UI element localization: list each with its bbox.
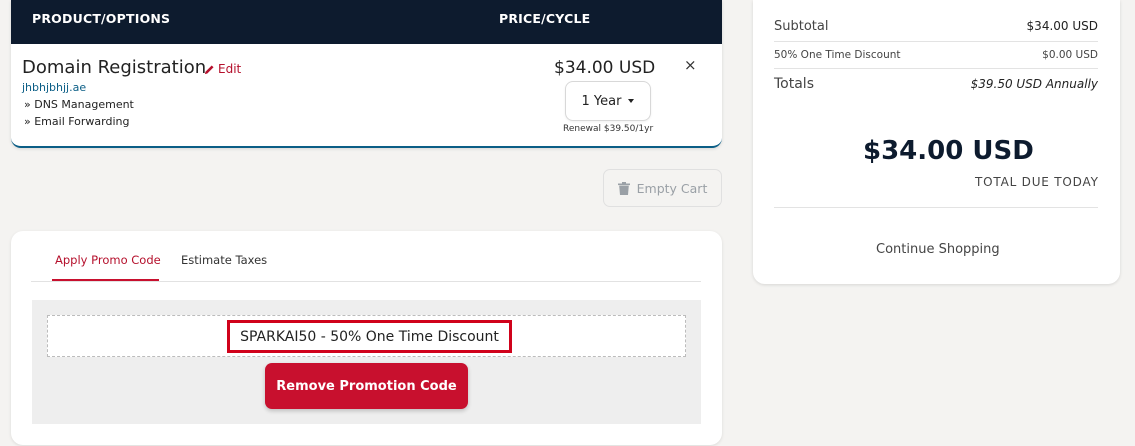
- divider: [774, 41, 1098, 42]
- option-dns-management: » DNS Management: [24, 98, 134, 111]
- billing-cycle-value: 1 Year: [581, 93, 622, 109]
- remove-promotion-code-button[interactable]: Remove Promotion Code: [265, 363, 468, 409]
- product-name: Domain Registration: [22, 57, 207, 78]
- total-due-amount: $34.00 USD: [863, 136, 1034, 166]
- item-price: $34.00 USD: [554, 58, 656, 78]
- pencil-icon: [204, 64, 214, 74]
- promo-panel: Apply Promo Code Estimate Taxes SPARKAI5…: [11, 231, 722, 445]
- total-due-label: TOTAL DUE TODAY: [975, 175, 1099, 189]
- caret-down-icon: [628, 99, 635, 103]
- subtotal-label: Subtotal: [774, 18, 829, 34]
- cart-table: PRODUCT/OPTIONS PRICE/CYCLE Domain Regis…: [11, 0, 722, 148]
- totals-row: Totals $39.50 USD Annually: [774, 74, 1098, 94]
- tab-estimate-taxes[interactable]: Estimate Taxes: [181, 253, 267, 267]
- totals-label: Totals: [774, 76, 814, 92]
- empty-cart-label: Empty Cart: [636, 180, 708, 196]
- continue-shopping-link[interactable]: Continue Shopping: [876, 242, 1000, 257]
- header-price-cycle: PRICE/CYCLE: [499, 11, 591, 26]
- divider: [774, 68, 1098, 69]
- edit-label: Edit: [218, 62, 242, 76]
- edit-link[interactable]: Edit: [204, 62, 241, 76]
- option-email-forwarding: » Email Forwarding: [24, 115, 130, 128]
- discount-label: 50% One Time Discount: [774, 49, 901, 61]
- promo-body: SPARKAI50 - 50% One Time Discount Remove…: [32, 300, 701, 424]
- promo-tabs: Apply Promo Code Estimate Taxes: [31, 231, 701, 282]
- remove-item-button[interactable]: ×: [684, 56, 697, 74]
- divider: [774, 207, 1098, 208]
- discount-row: 50% One Time Discount $0.00 USD: [774, 47, 1098, 63]
- domain-name: jhbhjbhjj.ae: [22, 81, 87, 94]
- tab-apply-promo-code[interactable]: Apply Promo Code: [55, 253, 161, 267]
- empty-cart-button[interactable]: Empty Cart: [603, 169, 722, 207]
- subtotal-row: Subtotal $34.00 USD: [774, 16, 1098, 36]
- billing-cycle-dropdown[interactable]: 1 Year: [565, 81, 651, 121]
- discount-value: $0.00 USD: [1042, 49, 1098, 61]
- active-tab-indicator: [52, 279, 159, 281]
- subtotal-value: $34.00 USD: [1026, 19, 1098, 33]
- applied-code-box: SPARKAI50 - 50% One Time Discount: [47, 315, 686, 357]
- totals-value: $39.50 USD Annually: [970, 77, 1098, 91]
- renewal-price: Renewal $39.50/1yr: [563, 124, 654, 134]
- trash-icon: [617, 181, 630, 195]
- applied-promo-code: SPARKAI50 - 50% One Time Discount: [227, 320, 512, 353]
- header-product-options: PRODUCT/OPTIONS: [32, 11, 171, 26]
- order-summary: Subtotal $34.00 USD 50% One Time Discoun…: [753, 0, 1120, 284]
- cart-header: PRODUCT/OPTIONS PRICE/CYCLE: [11, 0, 722, 44]
